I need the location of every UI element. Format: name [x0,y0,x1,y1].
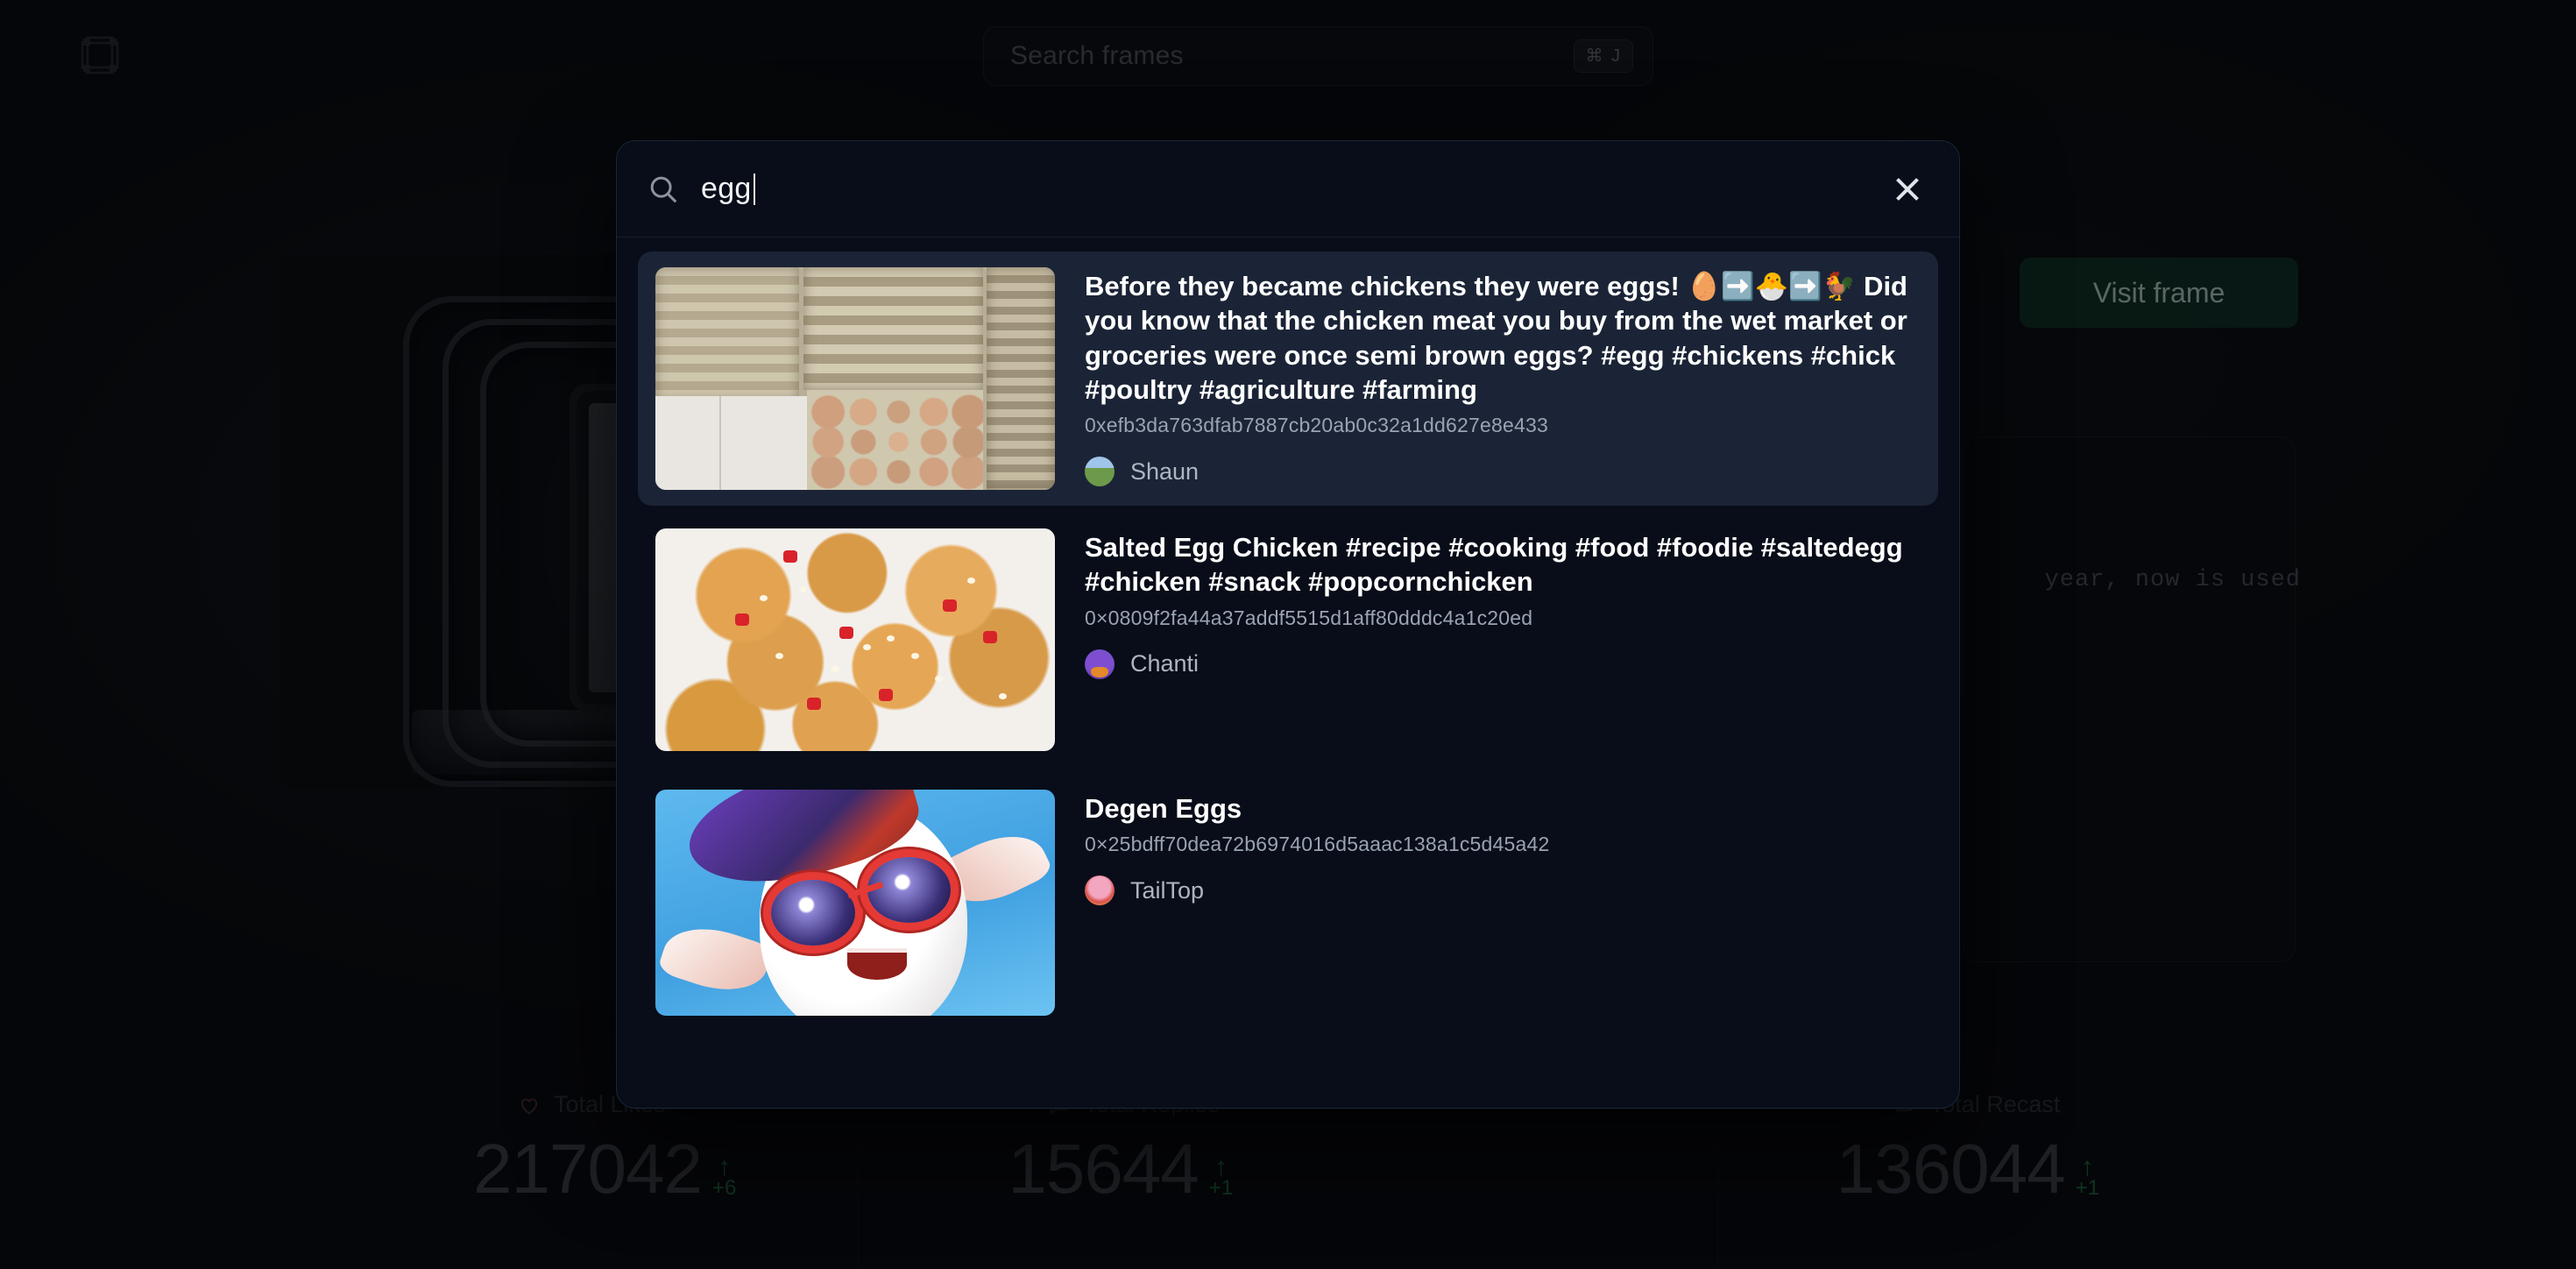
author-name: Shaun [1130,457,1200,485]
close-icon[interactable] [1887,169,1928,209]
modal-search-row: egg [617,141,1959,237]
search-icon [647,173,680,206]
result-title: Salted Egg Chicken #recipe #cooking #foo… [1085,532,1903,598]
modal-search-query: egg [701,172,752,205]
result-thumbnail [655,267,1055,490]
result-body: Before they became chickens they were eg… [1085,267,1915,490]
search-results-list: Before they became chickens they were eg… [617,237,1959,1108]
result-body: Degen Eggs 0×25bdff70dea72b6974016d5aaac… [1085,790,1915,1016]
avatar [1085,457,1115,487]
avatar [1085,876,1115,906]
search-result-item[interactable]: Before they became chickens they were eg… [638,252,1938,506]
result-author[interactable]: TailTop [1085,876,1915,906]
text-caret [753,173,755,205]
result-body: Salted Egg Chicken #recipe #cooking #foo… [1085,528,1915,751]
result-author[interactable]: Chanti [1085,649,1915,679]
search-result-item[interactable]: Salted Egg Chicken #recipe #cooking #foo… [638,513,1938,767]
search-modal: egg Before they became chickens they wer… [616,140,1960,1109]
author-name: TailTop [1130,876,1205,904]
avatar [1085,649,1115,679]
result-hash: 0×25bdff70dea72b6974016d5aaac138a1c5d45a… [1085,833,1550,856]
modal-search-input[interactable]: egg [701,172,1866,206]
result-author[interactable]: Shaun [1085,457,1915,487]
result-thumbnail [655,528,1055,751]
author-name: Chanti [1130,650,1200,677]
result-hash: 0×0809f2fa44a37addf5515d1aff80dddc4a1c20… [1085,606,1533,629]
result-thumbnail [655,790,1055,1016]
result-title: Before they became chickens they were eg… [1085,271,1907,406]
result-hash: 0xefb3da763dfab7887cb20ab0c32a1dd627e8e4… [1085,414,1548,437]
result-title: Degen Eggs [1085,793,1242,824]
search-result-item[interactable]: Degen Eggs 0×25bdff70dea72b6974016d5aaac… [638,774,1938,1032]
